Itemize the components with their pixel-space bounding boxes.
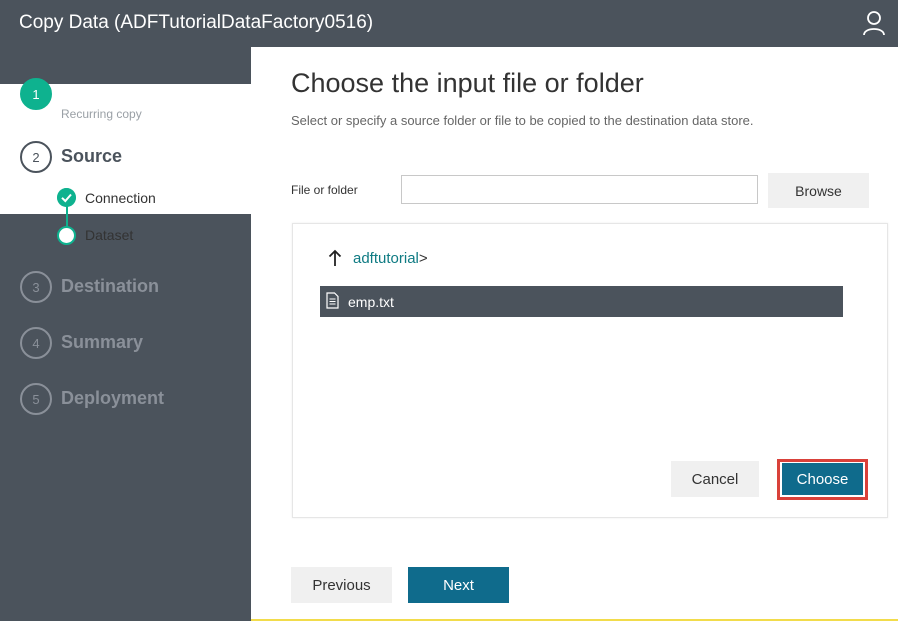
substep-dataset-label[interactable]: Dataset	[85, 227, 133, 243]
substep-dataset-indicator	[57, 226, 76, 245]
file-name[interactable]: emp.txt	[348, 294, 394, 310]
step-deployment-label[interactable]: Deployment	[61, 388, 164, 409]
step-2-circle: 2	[20, 141, 52, 173]
choose-button[interactable]: Choose	[782, 463, 863, 495]
substep-connector	[66, 206, 68, 228]
window-title: Copy Data (ADFTutorialDataFactory0516)	[19, 12, 374, 33]
step-4-circle: 4	[20, 327, 52, 359]
next-button[interactable]: Next	[408, 567, 509, 603]
step-properties-label[interactable]: Properties	[61, 82, 150, 103]
breadcrumb: adftutorial>	[353, 250, 428, 267]
step-5-circle: 5	[20, 383, 52, 415]
page-title: Choose the input file or folder	[291, 68, 644, 98]
page-subtitle: Select or specify a source folder or fil…	[291, 113, 754, 128]
file-text-icon	[326, 292, 339, 309]
check-icon	[57, 188, 76, 207]
step-destination-label[interactable]: Destination	[61, 276, 159, 297]
user-icon[interactable]	[862, 10, 886, 36]
arrow-up-icon[interactable]	[328, 249, 342, 267]
step-1-circle: 1	[20, 78, 52, 110]
step-3-circle: 3	[20, 271, 52, 303]
breadcrumb-folder-link[interactable]: adftutorial	[353, 250, 419, 267]
breadcrumb-separator: >	[418, 250, 428, 267]
file-or-folder-input[interactable]	[401, 175, 758, 204]
step-source-label[interactable]: Source	[61, 146, 122, 167]
previous-button[interactable]: Previous	[291, 567, 392, 603]
file-list-item[interactable]	[320, 286, 843, 317]
substep-connection-label[interactable]: Connection	[85, 190, 156, 206]
title-bar: Copy Data (ADFTutorialDataFactory0516)	[0, 0, 898, 47]
browse-button[interactable]: Browse	[768, 173, 869, 208]
file-or-folder-label: File or folder	[291, 183, 358, 197]
cancel-button[interactable]: Cancel	[671, 461, 759, 497]
step-summary-label[interactable]: Summary	[61, 332, 143, 353]
step-properties-subtitle: Recurring copy	[61, 107, 142, 121]
